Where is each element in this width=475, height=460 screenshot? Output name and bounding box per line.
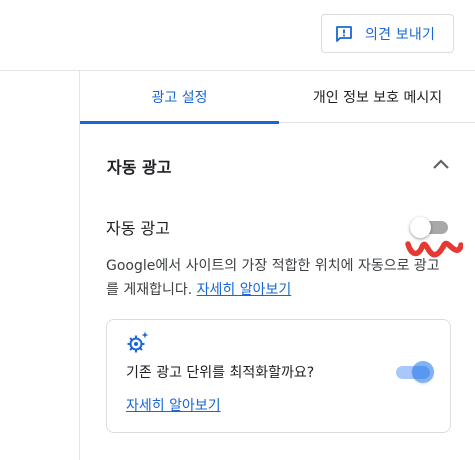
optimize-question: 기존 광고 단위를 최적화할까요? xyxy=(126,365,315,381)
tab-privacy-messages[interactable]: 개인 정보 보호 메시지 xyxy=(279,71,475,123)
optimize-ad-units-toggle[interactable] xyxy=(396,361,436,383)
optimize-ad-units-card: 기존 광고 단위를 최적화할까요? 자세히 알아보기 xyxy=(106,319,451,433)
auto-ads-section-header[interactable]: 자동 광고 xyxy=(80,124,475,208)
send-feedback-label: 의견 보내기 xyxy=(365,26,436,43)
sparkle-gear-icon xyxy=(126,330,150,354)
learn-more-link[interactable]: 자세히 알아보기 xyxy=(197,282,292,298)
auto-ads-description: Google에서 사이트의 가장 적합한 위치에 자동으로 광고를 게재합니다.… xyxy=(106,254,446,302)
send-feedback-button[interactable]: 의견 보내기 xyxy=(321,14,454,53)
tab-bar: 광고 설정 개인 정보 보호 메시지 xyxy=(80,71,475,124)
toggle-thumb xyxy=(412,361,434,383)
auto-ads-label: 자동 광고 xyxy=(106,219,170,238)
tab-ad-settings[interactable]: 광고 설정 xyxy=(80,71,279,124)
top-bar: 의견 보내기 xyxy=(0,0,475,71)
section-title: 자동 광고 xyxy=(107,158,172,177)
auto-ads-toggle[interactable] xyxy=(410,217,450,238)
feedback-icon xyxy=(335,25,353,43)
chevron-up-icon[interactable] xyxy=(432,158,450,170)
card-learn-more-link[interactable]: 자세히 알아보기 xyxy=(126,395,221,415)
